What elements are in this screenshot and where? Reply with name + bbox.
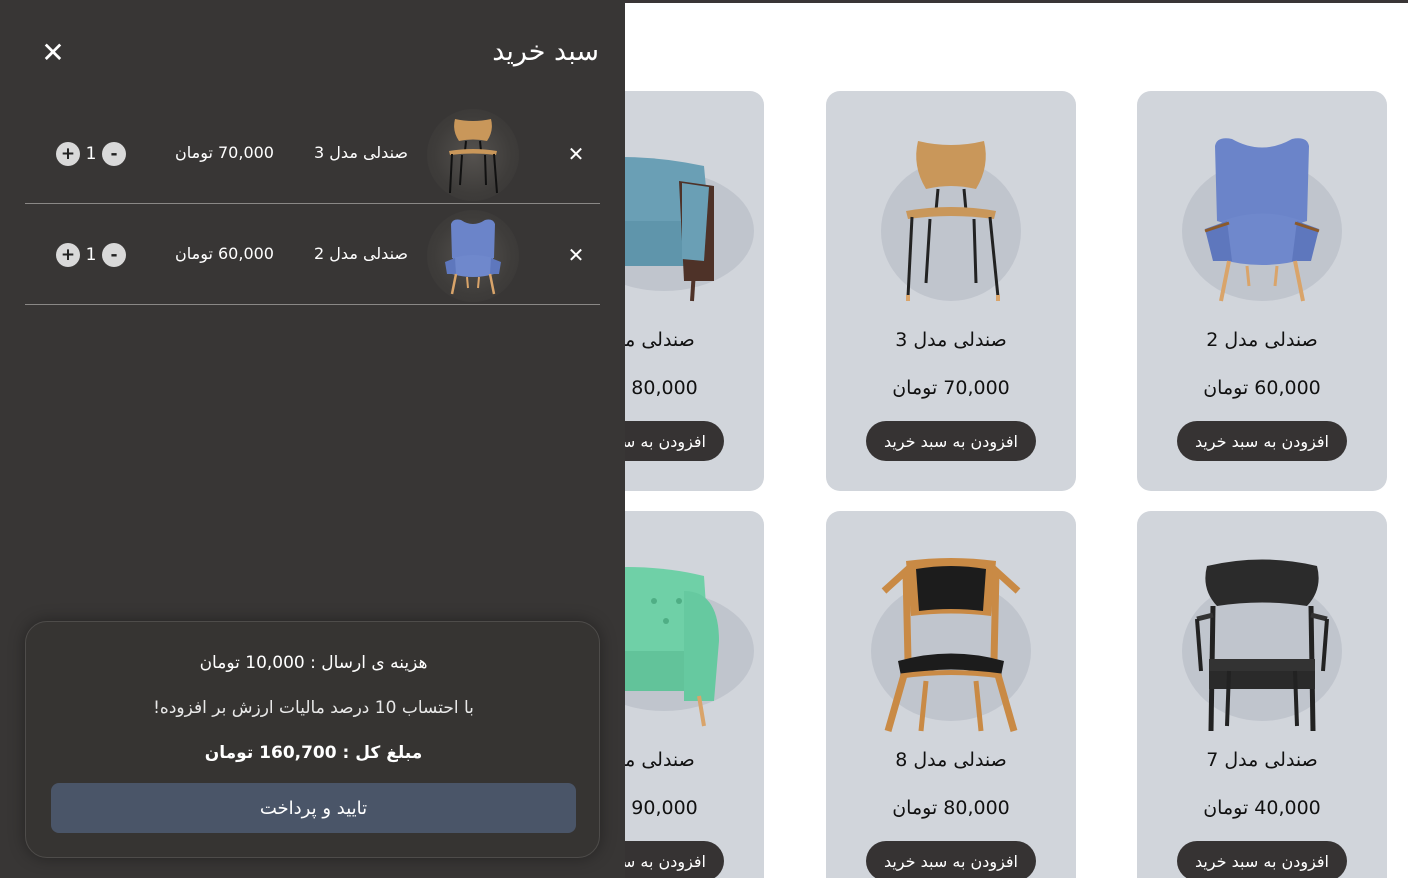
product-card: صندلی مدل 7 40,000 تومان افزودن به سبد خ… [1137, 511, 1387, 878]
cart-item-name: صندلی مدل 3 [314, 143, 408, 162]
quantity-value: 1 [85, 144, 97, 164]
quantity-stepper: + 1 - [56, 243, 126, 267]
product-price: 70,000 تومان [892, 377, 1010, 399]
cart-item: ✕ صندلی مدل 2 60,000 تومان + 1 - [25, 204, 600, 305]
add-to-cart-button[interactable]: افزودن به سبد خرید [866, 421, 1036, 461]
leather-wood-chair-image [826, 531, 1076, 751]
plus-icon[interactable]: + [56, 142, 80, 166]
tax-note: با احتساب 10 درصد مالیات ارزش بر افزوده! [153, 698, 474, 718]
quantity-stepper: + 1 - [56, 142, 126, 166]
checkout-button[interactable]: تایید و پرداخت [51, 783, 576, 833]
minus-icon[interactable]: - [102, 243, 126, 267]
blue-armchair-thumbnail [427, 210, 519, 302]
cart-panel: سبد خرید ✕ ✕ صندلی مدل 3 70,000 تومان + … [0, 0, 625, 878]
total-amount: مبلغ کل : 160,700 تومان [204, 743, 423, 763]
product-price: 80,000 تومان [892, 797, 1010, 819]
minus-icon[interactable]: - [102, 142, 126, 166]
remove-item-icon[interactable]: ✕ [565, 143, 587, 165]
add-to-cart-button[interactable]: افزودن به سبد خرید [866, 841, 1036, 878]
product-card: صندلی مدل 2 60,000 تومان افزودن به سبد خ… [1137, 91, 1387, 491]
cart-item: ✕ صندلی مدل 3 70,000 تومان + 1 - [25, 103, 600, 204]
product-name: صندلی مدل 2 [1206, 329, 1318, 351]
cart-title: سبد خرید [492, 36, 599, 67]
product-name: صندلی مدل 3 [895, 329, 1007, 351]
product-card: صندلی مدل 3 70,000 تومان افزودن به سبد خ… [826, 91, 1076, 491]
cart-item-price: 70,000 تومان [175, 143, 274, 162]
add-to-cart-button[interactable]: افزودن به سبد خرید [1177, 421, 1347, 461]
cart-item-price: 60,000 تومان [175, 244, 274, 263]
close-icon[interactable]: ✕ [40, 39, 66, 67]
blue-armchair-image [1137, 111, 1387, 331]
shipping-cost: هزینه ی ارسال : 10,000 تومان [199, 653, 428, 673]
product-price: 40,000 تومان [1203, 797, 1321, 819]
product-card: صندلی مدل 8 80,000 تومان افزودن به سبد خ… [826, 511, 1076, 878]
black-chair-image [1137, 531, 1387, 751]
add-to-cart-button[interactable]: افزودن به سبد خرید [1177, 841, 1347, 878]
quantity-value: 1 [85, 245, 97, 265]
product-name: صندلی مدل 8 [895, 749, 1007, 771]
product-price: 60,000 تومان [1203, 377, 1321, 399]
wooden-chair-image [826, 111, 1076, 331]
plus-icon[interactable]: + [56, 243, 80, 267]
wooden-chair-thumbnail [427, 109, 519, 201]
cart-summary: هزینه ی ارسال : 10,000 تومان با احتساب 1… [25, 621, 600, 858]
cart-item-name: صندلی مدل 2 [314, 244, 408, 263]
product-name: صندلی مدل 7 [1206, 749, 1318, 771]
remove-item-icon[interactable]: ✕ [565, 244, 587, 266]
